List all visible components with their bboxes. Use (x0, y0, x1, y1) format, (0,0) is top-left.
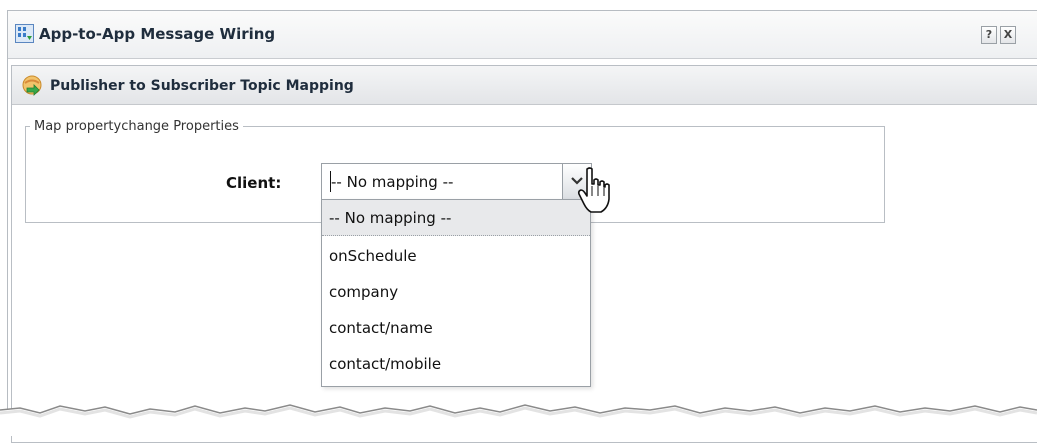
dropdown-option-onschedule[interactable]: onSchedule (322, 238, 590, 274)
client-dropdown-list: -- No mapping -- onSchedule company cont… (321, 199, 591, 387)
hand-pointer-icon (577, 167, 610, 213)
window-titlebar: App-to-App Message Wiring ? X (8, 11, 1037, 59)
dropdown-option-contact-name[interactable]: contact/name (322, 310, 590, 346)
wiring-app-icon (15, 24, 34, 43)
client-select[interactable]: -- No mapping -- (321, 163, 592, 200)
help-button[interactable]: ? (981, 26, 997, 44)
panel-header: Publisher to Subscriber Topic Mapping (12, 66, 1037, 105)
dropdown-option-no-mapping[interactable]: -- No mapping -- (322, 200, 590, 236)
torn-edge-decoration (0, 404, 1037, 436)
window-title: App-to-App Message Wiring (39, 25, 276, 43)
dropdown-option-contact-mobile[interactable]: contact/mobile (322, 346, 590, 382)
fieldset-legend: Map propertychange Properties (34, 119, 239, 134)
panel-title: Publisher to Subscriber Topic Mapping (50, 78, 354, 94)
mapping-globe-icon (21, 74, 43, 96)
client-label: Client: (226, 174, 282, 192)
close-button[interactable]: X (1000, 26, 1016, 44)
dropdown-option-company[interactable]: company (322, 274, 590, 310)
client-select-value: -- No mapping -- (331, 173, 454, 191)
